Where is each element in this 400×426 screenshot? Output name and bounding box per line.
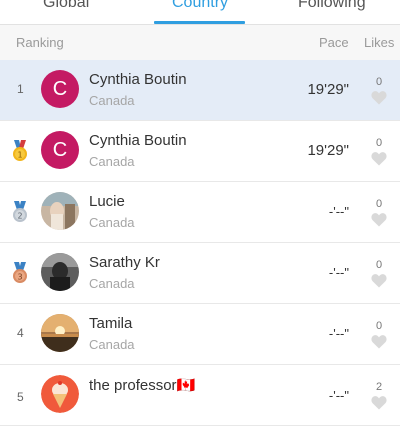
athlete-name[interactable]: Cynthia Boutin [89, 71, 187, 88]
leaderboard-row[interactable]: 5 the professor🇨🇦 -'--" 2 [0, 365, 400, 426]
avatar[interactable]: C [41, 131, 79, 169]
leaderboard-row[interactable]: 2 Lucie Canada -'--" 0 [0, 182, 400, 243]
tab-following[interactable]: Following [298, 0, 366, 12]
pace-value: -'--" [328, 265, 349, 280]
heart-icon[interactable] [371, 334, 387, 349]
bronze-medal-icon: 3 [11, 262, 29, 284]
leaderboard-row[interactable]: 3 Sarathy Kr Canada -'--" 0 [0, 243, 400, 304]
svg-text:1: 1 [17, 151, 22, 160]
tab-global[interactable]: Global [43, 0, 89, 12]
heart-icon[interactable] [371, 212, 387, 227]
tab-country[interactable]: Country [172, 0, 228, 12]
heart-icon[interactable] [371, 90, 387, 105]
avatar-letter: C [52, 138, 68, 161]
svg-text:2: 2 [17, 212, 22, 221]
likes-count: 0 [375, 259, 383, 271]
leaderboard-row[interactable]: 4 Tamila Canada -'--" 0 [0, 304, 400, 365]
rank-number: 5 [17, 390, 24, 404]
pace-value: 19'29" [307, 142, 349, 159]
avatar[interactable]: C [41, 70, 79, 108]
pace-header: Pace [319, 35, 349, 50]
avatar-letter: C [52, 77, 68, 100]
athlete-location: Canada [89, 337, 135, 352]
pace-value: 19'29" [307, 81, 349, 98]
athlete-location: Canada [89, 215, 135, 230]
avatar[interactable] [41, 375, 79, 413]
likes-count: 0 [375, 198, 383, 210]
athlete-name[interactable]: the professor🇨🇦 [89, 376, 195, 394]
gold-medal-icon: 1 [11, 140, 29, 162]
ranking-header: Ranking [16, 35, 64, 50]
pace-value: -'--" [328, 204, 349, 219]
leaderboard-row-self[interactable]: 1 C Cynthia Boutin Canada 19'29" 0 [0, 60, 400, 121]
heart-icon[interactable] [371, 395, 387, 410]
tab-bar: Global Country Following [0, 0, 400, 25]
leaderboard-row[interactable]: 1 C Cynthia Boutin Canada 19'29" 0 [0, 121, 400, 182]
athlete-location: Canada [89, 154, 135, 169]
likes-header: Likes [364, 35, 395, 50]
avatar[interactable] [41, 314, 79, 352]
athlete-location: Canada [89, 93, 135, 108]
likes-count: 2 [375, 381, 383, 393]
athlete-name[interactable]: Tamila [89, 315, 132, 332]
likes-count: 0 [375, 76, 383, 88]
avatar[interactable] [41, 192, 79, 230]
likes-count: 0 [375, 320, 383, 332]
heart-icon[interactable] [371, 151, 387, 166]
pace-value: -'--" [328, 326, 349, 341]
rank-number: 1 [17, 82, 24, 96]
athlete-name[interactable]: Lucie [89, 193, 125, 210]
column-header: Ranking Pace Likes [0, 25, 400, 61]
athlete-location: Canada [89, 276, 135, 291]
pace-value: -'--" [328, 388, 349, 403]
likes-count: 0 [375, 137, 383, 149]
athlete-name[interactable]: Cynthia Boutin [89, 132, 187, 149]
avatar[interactable] [41, 253, 79, 291]
svg-text:3: 3 [17, 273, 22, 282]
athlete-name[interactable]: Sarathy Kr [89, 254, 160, 271]
silver-medal-icon: 2 [11, 201, 29, 223]
active-tab-indicator [154, 21, 245, 24]
heart-icon[interactable] [371, 273, 387, 288]
rank-number: 4 [17, 326, 24, 340]
